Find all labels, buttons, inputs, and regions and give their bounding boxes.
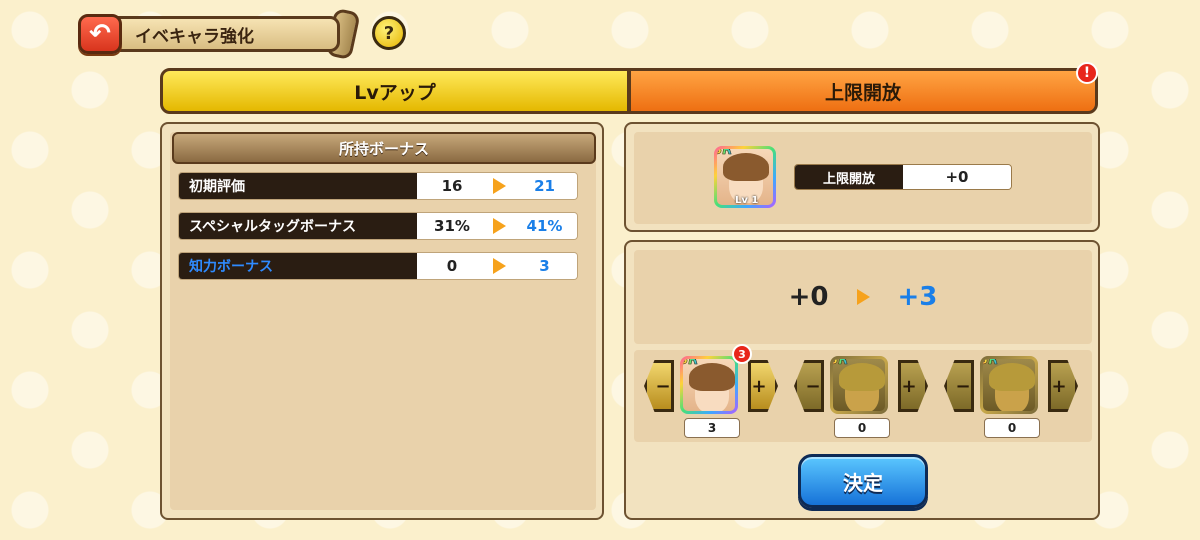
material-slot: − SR 3 + 3 [644,344,778,442]
back-arrow-icon: ↶ [89,19,111,49]
tab-lv-up[interactable]: Lvアップ [160,68,630,114]
stat-to: 21 [534,177,555,195]
limit-break-panel: +0 +3 − SR 3 + 3 − SR + 0 − SR + 0 決定 [624,240,1100,520]
level-tag: Lv 1 [735,195,759,206]
stat-from: 31% [434,217,470,235]
material-count: 0 [984,418,1040,438]
increase-button[interactable]: + [748,360,778,412]
arrow-right-icon [493,218,506,234]
material-character-icon[interactable]: SR [980,356,1038,414]
bonus-panel-header: 所持ボーナス [172,132,596,164]
stat-to: 3 [539,257,550,275]
change-to: +3 [897,282,938,312]
confirm-button[interactable]: 決定 [798,454,928,508]
increase-button[interactable]: + [1048,360,1078,412]
rarity-badge: SR [683,359,699,368]
limit-break-row: 上限開放 +0 [794,164,1012,190]
page-title-text: イベキャラ強化 [135,26,254,47]
decrease-button[interactable]: − [944,360,974,412]
limit-break-label: 上限開放 [795,165,903,189]
rarity-badge: SR [833,359,849,368]
tab-limit-break[interactable]: 上限開放 [628,68,1098,114]
character-panel: SR Lv 1 上限開放 +0 [624,122,1100,232]
increase-button[interactable]: + [898,360,928,412]
rarity-badge: SR [983,359,999,368]
page-title: イベキャラ強化 [110,16,340,52]
material-slot: − SR + 0 [794,350,928,442]
material-count-badge: 3 [732,344,752,364]
help-button[interactable]: ? [372,16,406,50]
stat-values: 16 21 [417,173,577,199]
bonus-panel: 所持ボーナス 初期評価 16 21 スペシャルタッグボーナス 31% 41% 知… [160,122,604,520]
stat-from: 16 [441,177,463,195]
stat-label: 知力ボーナス [179,253,417,279]
back-button[interactable]: ↶ [78,14,122,54]
material-slot: − SR + 0 [944,350,1078,442]
limit-break-value: +0 [903,165,1011,189]
material-count: 0 [834,418,890,438]
tab-lv-up-label: Lvアップ [354,81,436,104]
stat-values: 31% 41% [417,213,577,239]
alert-badge: ! [1076,62,1098,84]
stat-row-initial-rating: 初期評価 16 21 [178,172,578,200]
stat-from: 0 [446,257,458,275]
arrow-right-icon [493,178,506,194]
rarity-badge: SR [717,149,733,158]
character-portrait[interactable]: SR Lv 1 [714,146,776,208]
material-character-icon[interactable]: SR [830,356,888,414]
stat-row-special-tag-bonus: スペシャルタッグボーナス 31% 41% [178,212,578,240]
material-character-icon[interactable]: SR [680,356,738,414]
stat-label: 初期評価 [179,173,417,199]
stat-values: 0 3 [417,253,577,279]
help-icon: ? [383,22,395,44]
stat-row-intelligence-bonus: 知力ボーナス 0 3 [178,252,578,280]
arrow-right-icon [856,289,870,305]
stat-label: スペシャルタッグボーナス [179,213,417,239]
limit-change-display: +0 +3 [634,250,1092,344]
confirm-button-label: 決定 [843,470,883,495]
material-area: − SR 3 + 3 − SR + 0 − SR + 0 [634,344,1092,442]
material-count: 3 [684,418,740,438]
arrow-right-icon [493,258,506,274]
stat-to: 41% [526,217,563,235]
tab-limit-break-label: 上限開放 [824,81,901,104]
decrease-button[interactable]: − [644,360,674,412]
change-from: +0 [788,282,829,312]
decrease-button[interactable]: − [794,360,824,412]
